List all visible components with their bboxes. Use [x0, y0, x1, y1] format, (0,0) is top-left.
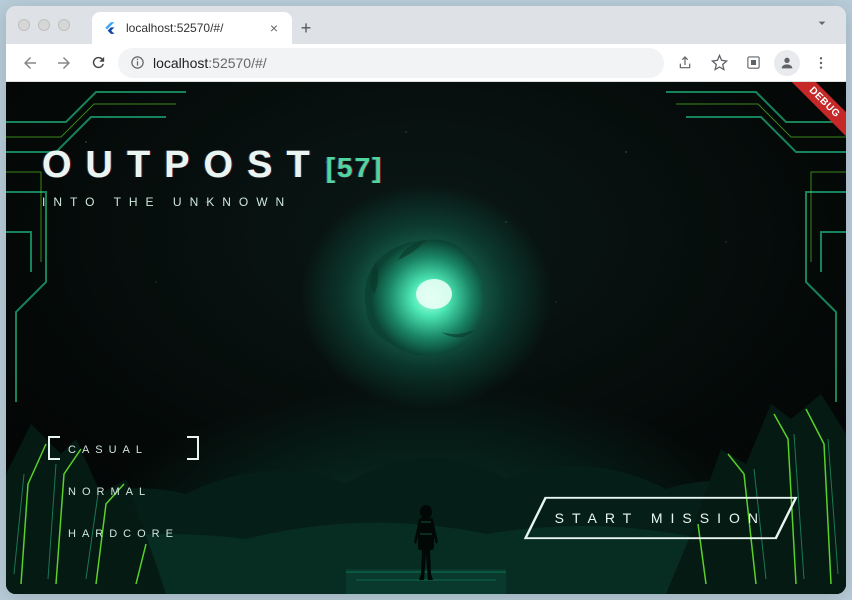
- tab-bar: localhost:52570/#/ × +: [6, 6, 846, 44]
- title-block: OUTPOST [57] INTO THE UNKNOWN: [42, 144, 383, 209]
- difficulty-option-normal[interactable]: NORMAL: [54, 480, 193, 504]
- browser-toolbar: localhost:52570/#/: [6, 44, 846, 82]
- start-mission-button[interactable]: START MISSION: [523, 496, 798, 540]
- browser-window: localhost:52570/#/ × + localhost:52570/#…: [6, 6, 846, 594]
- new-tab-button[interactable]: +: [292, 14, 320, 42]
- back-button[interactable]: [16, 49, 44, 77]
- asteroid-object: [356, 232, 496, 362]
- browser-tab[interactable]: localhost:52570/#/ ×: [92, 12, 292, 44]
- window-maximize-button[interactable]: [58, 19, 70, 31]
- tab-overflow-button[interactable]: [814, 15, 838, 36]
- tab-close-button[interactable]: ×: [266, 20, 282, 36]
- bookmark-button[interactable]: [704, 48, 734, 78]
- url-rest: :52570/#/: [208, 55, 266, 71]
- window-close-button[interactable]: [18, 19, 30, 31]
- difficulty-selector: CASUAL NORMAL HARDCORE: [54, 438, 193, 546]
- game-subtitle: INTO THE UNKNOWN: [42, 195, 383, 209]
- flutter-favicon-icon: [102, 20, 118, 36]
- profile-button[interactable]: [772, 48, 802, 78]
- title-id-text: [57]: [326, 152, 384, 184]
- difficulty-option-casual[interactable]: CASUAL: [54, 438, 193, 462]
- game-title: OUTPOST [57]: [42, 144, 383, 187]
- tab-title: localhost:52570/#/: [126, 21, 223, 35]
- title-main-text: OUTPOST: [42, 144, 324, 187]
- character-silhouette: [408, 504, 444, 582]
- menu-button[interactable]: [806, 48, 836, 78]
- forward-button[interactable]: [50, 49, 78, 77]
- page-content: DEBUG OUTPOST [57] INTO THE UNKNOWN CASU…: [6, 82, 846, 594]
- toolbar-actions: [670, 48, 836, 78]
- address-bar[interactable]: localhost:52570/#/: [118, 48, 664, 78]
- share-button[interactable]: [670, 48, 700, 78]
- reload-button[interactable]: [84, 49, 112, 77]
- crystal-rocks-right: [666, 364, 846, 594]
- extensions-button[interactable]: [738, 48, 768, 78]
- difficulty-option-hardcore[interactable]: HARDCORE: [54, 522, 193, 546]
- game-background: DEBUG OUTPOST [57] INTO THE UNKNOWN CASU…: [6, 82, 846, 594]
- url-text: localhost:52570/#/: [153, 55, 267, 71]
- window-minimize-button[interactable]: [38, 19, 50, 31]
- site-info-icon[interactable]: [130, 55, 145, 70]
- window-controls: [18, 19, 70, 31]
- url-host: localhost: [153, 55, 208, 71]
